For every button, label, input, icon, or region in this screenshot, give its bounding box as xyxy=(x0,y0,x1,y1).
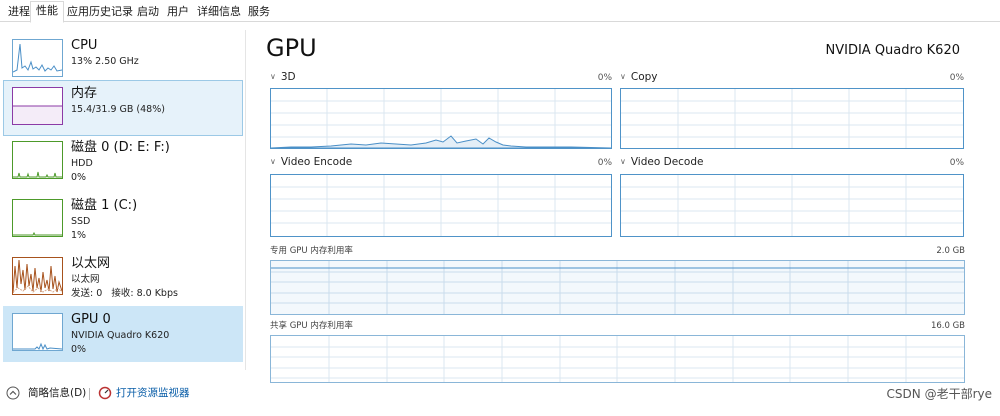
chevron-down-icon: ∨ xyxy=(620,157,626,166)
dedicated-memory-label: 专用 GPU 内存利用率 xyxy=(270,246,353,256)
shared-memory-plot xyxy=(271,336,964,382)
dedicated-memory-graph xyxy=(270,260,965,315)
engine-selector-video-encode[interactable]: ∨ Video Encode xyxy=(270,156,352,169)
open-resource-monitor-link[interactable]: 打开资源监视器 xyxy=(116,387,190,400)
engine-selector-copy[interactable]: ∨ Copy xyxy=(620,71,658,84)
sidebar-item-detail: 0% xyxy=(71,344,87,355)
sidebar-item-disk-0[interactable]: 磁盘 0 (D: E: F:) HDD 0% xyxy=(3,134,243,190)
collapse-up-icon[interactable] xyxy=(6,386,20,400)
shared-memory-label: 共享 GPU 内存利用率 xyxy=(270,321,353,331)
sidebar-item-memory[interactable]: 内存 15.4/31.9 GB (48%) xyxy=(3,80,243,136)
disk1-thumbnail-graph xyxy=(12,199,63,237)
recv-label: 接收: xyxy=(111,288,134,299)
sidebar-item-title: 磁盘 0 (D: E: F:) xyxy=(71,140,170,155)
sidebar-item-disk-1[interactable]: 磁盘 1 (C:) SSD 1% xyxy=(3,192,243,248)
engine-percent: 0% xyxy=(949,158,964,168)
send-label: 发送: xyxy=(71,288,94,299)
gpu-mini-chart xyxy=(13,342,62,350)
footer-divider xyxy=(89,388,90,400)
sidebar-item-detail: HDD xyxy=(71,158,93,169)
disk0-thumbnail-graph xyxy=(12,141,63,179)
engine-selector-3d[interactable]: ∨ 3D xyxy=(270,71,296,84)
chevron-down-icon: ∨ xyxy=(620,72,626,81)
ethernet-thumbnail-graph xyxy=(12,257,63,295)
shared-memory-graph xyxy=(270,335,965,383)
engine-selector-video-decode[interactable]: ∨ Video Decode xyxy=(620,156,703,169)
page-title: GPU xyxy=(266,34,317,62)
sidebar-item-detail: 15.4/31.9 GB (48%) xyxy=(71,104,165,115)
watermark: CSDN @老干部rye xyxy=(886,387,992,401)
cpu-thumbnail-graph xyxy=(12,39,63,77)
tab-bar: 进程 性能 应用历史记录 启动 用户 详细信息 服务 xyxy=(0,0,1000,23)
sidebar-item-title: 磁盘 1 (C:) xyxy=(71,198,138,213)
disk1-mini-chart xyxy=(13,231,62,236)
ethernet-mini-chart xyxy=(13,259,62,294)
recv-value: 8.0 Kbps xyxy=(136,288,178,299)
dedicated-memory-plot xyxy=(271,261,964,314)
chevron-down-icon: ∨ xyxy=(270,72,276,81)
dedicated-memory-max: 2.0 GB xyxy=(936,246,965,256)
chevron-down-icon: ∨ xyxy=(270,157,276,166)
shared-memory-max: 16.0 GB xyxy=(930,321,965,331)
engine-name: Video Decode xyxy=(630,156,704,168)
sidebar-item-title: 内存 xyxy=(71,86,98,101)
engine-graph-video-encode xyxy=(270,174,612,237)
engine-percent: 0% xyxy=(949,73,964,83)
sidebar-item-title: CPU xyxy=(71,38,98,53)
engine-graph-copy xyxy=(620,88,964,149)
tab-performance[interactable]: 性能 xyxy=(30,1,64,23)
gpu-detail-panel: GPU NVIDIA Quadro K620 ∨ 3D 0% ∨ Copy 0% ∨… xyxy=(266,30,966,383)
tab-users[interactable]: 用户 xyxy=(161,2,195,22)
brief-info-button[interactable]: 简略信息(D) xyxy=(28,387,86,400)
engine-name: 3D xyxy=(280,71,296,83)
memory-thumbnail-graph xyxy=(12,87,63,125)
send-value: 0 xyxy=(96,288,103,299)
sidebar-item-gpu-0[interactable]: GPU 0 NVIDIA Quadro K620 0% xyxy=(3,306,243,362)
sidebar-item-detail: 0% xyxy=(71,172,87,183)
sidebar-item-title: 以太网 xyxy=(71,256,111,271)
disk0-mini-chart xyxy=(13,171,62,178)
tab-details[interactable]: 详细信息 xyxy=(191,2,247,22)
tab-startup[interactable]: 启动 xyxy=(131,2,165,22)
sidebar-item-detail: NVIDIA Quadro K620 xyxy=(71,330,170,341)
engine-name: Video Encode xyxy=(280,156,353,168)
engine-graph-video-decode-plot xyxy=(621,175,963,236)
tab-app-history[interactable]: 应用历史记录 xyxy=(61,2,139,22)
engine-graph-copy-plot xyxy=(621,89,963,148)
gpu-model-name: NVIDIA Quadro K620 xyxy=(825,43,961,58)
status-footer: 简略信息(D) 打开资源监视器 CSDN @老干部rye xyxy=(0,384,1000,406)
ethernet-throughput: 发送: 0 接收: 8.0 Kbps xyxy=(71,288,178,300)
sidebar-item-detail: 以太网 xyxy=(71,274,100,285)
cpu-mini-chart xyxy=(13,43,62,73)
gpu-thumbnail-graph xyxy=(12,313,63,351)
engine-percent: 0% xyxy=(597,158,612,168)
engine-graph-video-decode xyxy=(620,174,964,237)
sidebar-item-detail: SSD xyxy=(71,216,91,227)
engine-graph-3d-plot xyxy=(271,89,611,148)
engine-name: Copy xyxy=(630,71,658,83)
resource-monitor-icon xyxy=(98,386,112,400)
tab-services[interactable]: 服务 xyxy=(242,2,276,22)
engine-graph-video-encode-plot xyxy=(271,175,611,236)
memory-mini-chart xyxy=(13,105,62,124)
sidebar-item-detail: 13% 2.50 GHz xyxy=(71,56,139,67)
sidebar-item-title: GPU 0 xyxy=(71,312,111,327)
sidebar-item-detail: 1% xyxy=(71,230,87,241)
resource-sidebar: CPU 13% 2.50 GHz 内存 15.4/31.9 GB (48%) 磁… xyxy=(0,30,246,370)
engine-percent: 0% xyxy=(597,73,612,83)
sidebar-item-ethernet[interactable]: 以太网 以太网 发送: 0 接收: 8.0 Kbps xyxy=(3,250,243,306)
engine-graph-3d xyxy=(270,88,612,149)
